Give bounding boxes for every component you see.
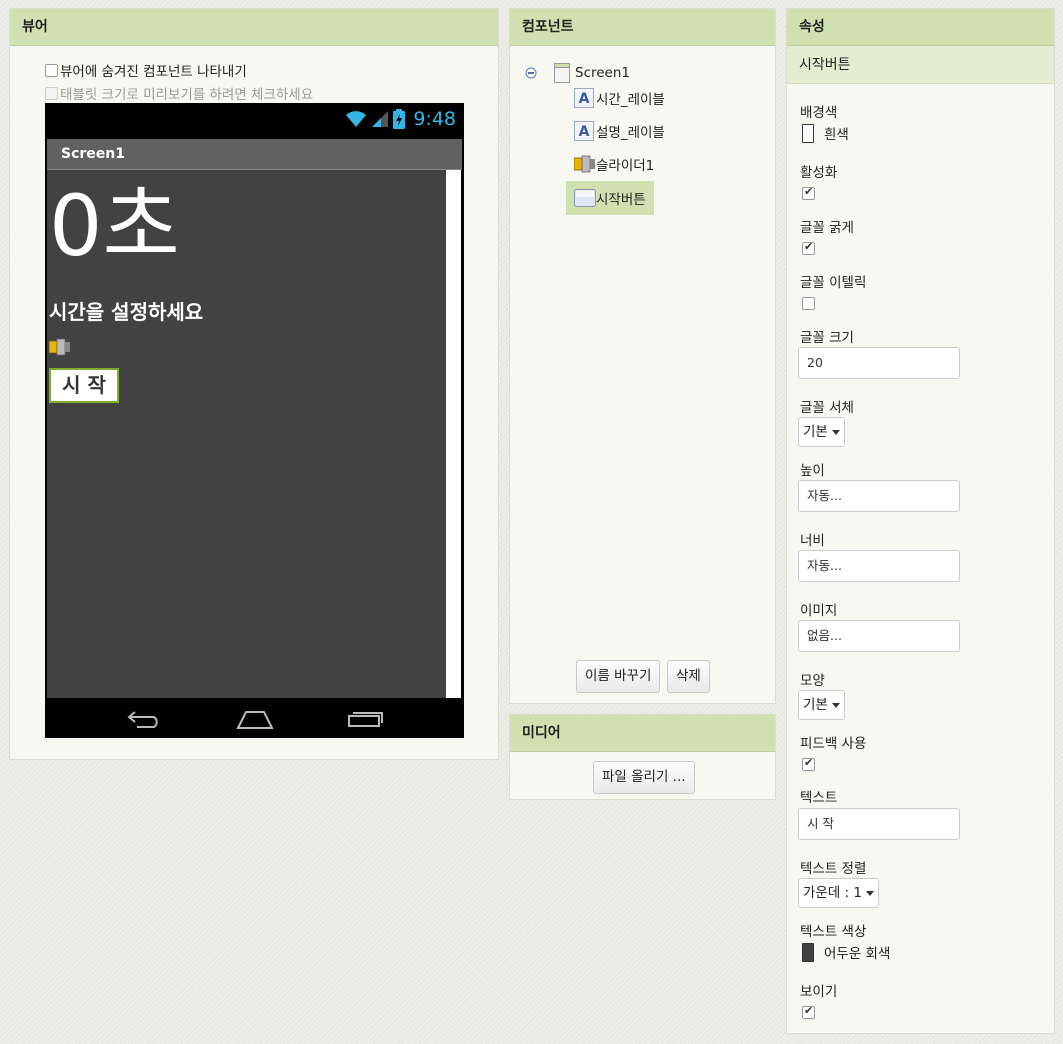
font-size-input[interactable]: 20 <box>798 347 960 379</box>
prop-label-background-color: 배경색 <box>800 105 838 121</box>
background-color-picker[interactable]: 흰색 <box>802 123 849 143</box>
tree-item-start-button[interactable]: 시작버튼 <box>566 181 654 215</box>
tree-label-start-button: 시작버튼 <box>596 192 646 208</box>
label-icon: A <box>574 88 594 108</box>
screen-canvas: 0초 시간을 설정하세요 시 작 <box>47 170 446 698</box>
prop-label-font-size: 글꼴 크기 <box>800 330 854 346</box>
properties-header: 속성 <box>787 9 1054 46</box>
font-typeface-select[interactable]: 기본 <box>798 417 845 447</box>
text-alignment-value: 가운데 : 1 <box>803 885 862 901</box>
properties-panel: 속성 시작버튼 배경색 흰색 활성화 글꼴 굵게 글꼴 이텔릭 글꼴 크기 20… <box>786 8 1055 1034</box>
svg-text:A: A <box>579 91 590 107</box>
font-bold-checkbox[interactable] <box>802 240 815 255</box>
phone-preview: 9:48 Screen1 0초 시간을 설정하세요 시 작 <box>45 103 464 738</box>
home-icon <box>236 711 274 729</box>
prop-label-width: 너비 <box>800 533 825 549</box>
chevron-down-icon <box>831 702 840 708</box>
prop-label-font-bold: 글꼴 굵게 <box>800 220 854 236</box>
rename-button[interactable]: 이름 바꾸기 <box>576 660 661 693</box>
prop-label-text: 텍스트 <box>800 790 838 806</box>
text-input[interactable]: 시 작 <box>798 808 960 840</box>
tree-label-time-label: 시간_레이블 <box>596 92 665 108</box>
prop-label-feedback: 피드백 사용 <box>800 736 867 752</box>
button-icon <box>574 189 596 207</box>
text-alignment-select[interactable]: 가운데 : 1 <box>798 878 879 908</box>
components-header: 컴포넌트 <box>510 9 775 46</box>
selected-component-name: 시작버튼 <box>787 46 1054 84</box>
tablet-preview-row: 태블릿 크기로 미리보기를 하려면 체크하세요 <box>45 83 313 103</box>
font-italic-checkbox[interactable] <box>802 297 815 310</box>
font-typeface-value: 기본 <box>803 424 828 440</box>
tree-label-slider1: 슬라이더1 <box>596 158 655 174</box>
label-icon: A <box>574 121 594 141</box>
screen-icon <box>554 63 570 83</box>
tablet-preview-checkbox <box>45 86 58 100</box>
viewer-panel: 뷰어 뷰어에 숨겨진 컴포넌트 나타내기 태블릿 크기로 미리보기를 하려면 체… <box>9 8 499 760</box>
time-label[interactable]: 0초 <box>49 176 180 276</box>
android-nav-bar <box>45 698 464 738</box>
shape-select[interactable]: 기본 <box>798 690 845 720</box>
tablet-preview-label: 태블릿 크기로 미리보기를 하려면 체크하세요 <box>60 87 314 103</box>
status-clock: 9:48 <box>413 108 456 130</box>
screen-scroll-strip <box>446 170 461 698</box>
prop-label-height: 높이 <box>800 463 825 479</box>
prop-label-font-italic: 글꼴 이텔릭 <box>800 275 867 291</box>
prop-label-text-color: 텍스트 색상 <box>800 924 867 940</box>
components-panel: 컴포넌트 Screen1 A 시간_레이블 A 설명_레이블 슬라이더1 시작버… <box>509 8 776 704</box>
prop-label-image: 이미지 <box>800 603 838 619</box>
text-color-value: 어두운 회색 <box>824 946 891 962</box>
tree-item-screen1[interactable]: Screen1 <box>524 63 630 83</box>
height-input[interactable]: 자동... <box>798 480 960 512</box>
prop-label-text-alignment: 텍스트 정렬 <box>800 861 867 877</box>
signal-icon <box>372 111 389 127</box>
visible-checkbox[interactable] <box>802 1004 815 1019</box>
chevron-down-icon <box>865 890 874 896</box>
show-hidden-label: 뷰어에 숨겨진 컴포넌트 나타내기 <box>60 64 247 80</box>
status-bar: 9:48 <box>45 103 464 139</box>
prop-label-shape: 모양 <box>800 673 825 689</box>
prop-label-visible: 보이기 <box>800 984 838 1000</box>
viewer-header: 뷰어 <box>10 9 498 46</box>
recent-apps-icon <box>348 712 383 727</box>
slider-icon <box>574 155 595 173</box>
tree-item-desc-label[interactable]: A 설명_레이블 <box>574 121 665 141</box>
prop-label-font-typeface: 글꼴 서체 <box>800 400 854 416</box>
tree-label-screen1: Screen1 <box>575 65 631 81</box>
delete-button[interactable]: 삭제 <box>667 660 710 693</box>
tree-label-desc-label: 설명_레이블 <box>596 125 665 141</box>
shape-value: 기본 <box>803 697 828 713</box>
show-hidden-checkbox[interactable] <box>45 63 58 77</box>
tree-item-time-label[interactable]: A 시간_레이블 <box>574 88 665 108</box>
text-color-swatch[interactable] <box>802 942 814 962</box>
screen-title-bar: Screen1 <box>47 139 462 170</box>
show-hidden-row[interactable]: 뷰어에 숨겨진 컴포넌트 나타내기 <box>45 60 247 80</box>
background-color-swatch[interactable] <box>802 123 814 143</box>
wifi-icon <box>346 111 367 127</box>
slider-icon[interactable] <box>49 338 71 356</box>
width-input[interactable]: 자동... <box>798 550 960 582</box>
battery-icon <box>393 109 406 129</box>
back-icon <box>127 711 158 728</box>
chevron-down-icon <box>831 429 840 435</box>
svg-text:A: A <box>579 124 590 140</box>
tree-item-slider1[interactable]: 슬라이더1 <box>574 154 654 174</box>
text-color-picker[interactable]: 어두운 회색 <box>802 942 890 962</box>
prop-label-enabled: 활성화 <box>800 165 838 181</box>
upload-file-button[interactable]: 파일 올리기 ... <box>593 761 695 794</box>
background-color-value: 흰색 <box>824 127 849 143</box>
collapse-icon[interactable] <box>524 66 538 80</box>
media-header: 미디어 <box>510 715 775 752</box>
media-panel: 미디어 파일 올리기 ... <box>509 714 776 800</box>
feedback-checkbox[interactable] <box>802 756 815 771</box>
description-label[interactable]: 시간을 설정하세요 <box>49 296 203 325</box>
start-button-preview[interactable]: 시 작 <box>49 368 119 403</box>
image-input[interactable]: 없음... <box>798 620 960 652</box>
enabled-checkbox[interactable] <box>802 185 815 200</box>
